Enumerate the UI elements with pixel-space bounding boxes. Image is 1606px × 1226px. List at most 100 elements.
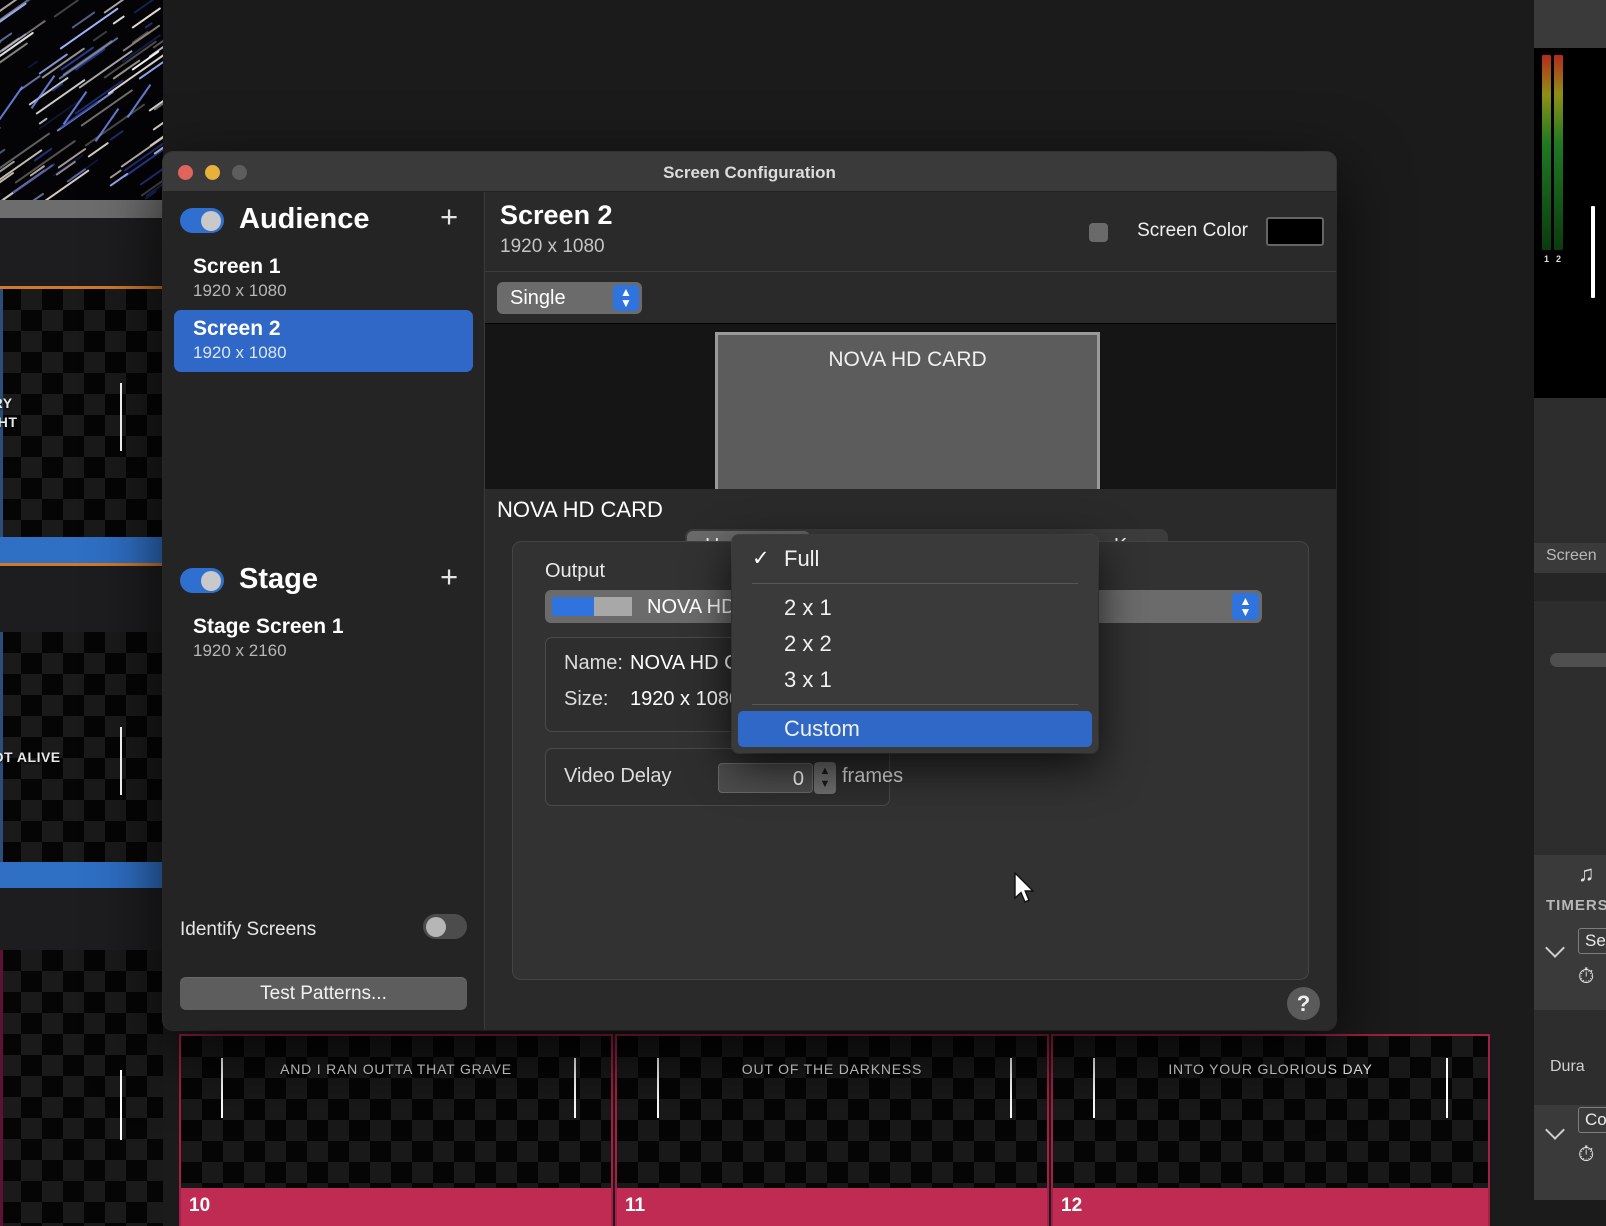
slide-number-footer: 10 (181, 1188, 611, 1226)
timers-section-2: Co ⏱ (1534, 1105, 1606, 1200)
screen-color-label: Screen Color (1137, 220, 1248, 242)
music-tab[interactable]: ♫ (1534, 855, 1606, 893)
screen-tab[interactable]: Screen (1534, 543, 1606, 573)
timer-name-1[interactable]: Se (1578, 928, 1606, 954)
identify-screens-row: Identify Screens (163, 910, 484, 954)
stage-group-header: Stage + (163, 552, 484, 608)
identify-screens-toggle[interactable] (423, 914, 467, 939)
chevron-updown-icon: ▲▼ (613, 285, 639, 311)
screen-name: Screen 2 (193, 317, 473, 341)
music-note-icon: ♫ (1578, 861, 1595, 887)
preview-lyric-1: RRYIGHT (0, 394, 17, 432)
screen-size: 1920 x 1080 (193, 281, 473, 301)
card-section-title: NOVA HD CARD (497, 497, 663, 523)
menu-separator (752, 704, 1078, 705)
output-swatch-gray (594, 597, 632, 616)
help-button[interactable]: ? (1287, 987, 1320, 1020)
output-swatch-blue (552, 597, 594, 616)
menu-item-full[interactable]: Full (732, 541, 1098, 577)
output-target-menu: Full 2 x 1 2 x 2 3 x 1 Custom (732, 535, 1098, 753)
right-panel-block (1534, 398, 1606, 543)
video-delay-stepper[interactable]: ▲ ▼ (814, 762, 836, 794)
window-titlebar[interactable]: Screen Configuration (163, 152, 1336, 192)
screen-name: Screen 1 (193, 255, 473, 279)
name-label: Name: (564, 652, 623, 675)
menu-item-custom[interactable]: Custom (738, 711, 1092, 747)
timer-duration-block: Dura (1534, 1010, 1606, 1105)
add-audience-screen-button[interactable]: + (436, 205, 462, 231)
output-label: Output (545, 560, 605, 583)
timer-name-2[interactable]: Co (1578, 1107, 1606, 1133)
layout-mode-dropdown[interactable]: Single ▲ ▼ (497, 282, 642, 314)
preview-gap (0, 218, 163, 286)
test-patterns-button[interactable]: Test Patterns... (180, 977, 467, 1010)
screens-sidebar: Audience + Screen 1 1920 x 1080 Screen 2… (163, 192, 485, 1030)
menu-separator (752, 583, 1078, 584)
audience-group-label: Audience (239, 203, 370, 236)
layout-mode-row: Single ▲ ▼ (485, 272, 1336, 324)
mouse-cursor (1013, 872, 1039, 908)
stage-toggle[interactable] (180, 568, 224, 593)
left-slide-selected-bar-1 (0, 537, 163, 563)
left-slide-preview-3[interactable] (0, 950, 163, 1226)
preview-artwork (0, 0, 163, 200)
stage-group-label: Stage (239, 563, 318, 596)
timers-label: TIMERS (1546, 897, 1606, 914)
sidebar-item-screen-2[interactable]: Screen 2 1920 x 1080 (174, 310, 473, 372)
chevron-down-icon[interactable] (1545, 938, 1565, 958)
audio-meter-1 (1542, 55, 1551, 250)
slide-text: AND I RAN OUTTA THAT GRAVE (181, 1061, 611, 1077)
left-slide-preview-1[interactable]: RRYIGHT (0, 289, 163, 537)
menu-item-3x1[interactable]: 3 x 1 (732, 662, 1098, 698)
screen-color-swatch[interactable] (1266, 217, 1324, 246)
size-value: 1920 x 1080 (630, 688, 740, 711)
page-title: Screen 2 (500, 200, 613, 231)
layout-mode-value: Single (510, 287, 566, 309)
output-card-preview-label: NOVA HD CARD (718, 348, 1097, 372)
screen-color-checkbox[interactable] (1089, 223, 1108, 242)
timers-section: TIMERS Se ⏱ (1534, 893, 1606, 1010)
screen-tab-label: Screen (1534, 543, 1606, 565)
video-delay-box: Video Delay 0 ▲ ▼ frames (545, 748, 890, 806)
right-panel-spacer (1534, 573, 1606, 601)
sidebar-item-stage-screen-1[interactable]: Stage Screen 1 1920 x 2160 (174, 608, 473, 670)
audience-toggle[interactable] (180, 208, 224, 233)
menu-item-2x1[interactable]: 2 x 1 (732, 590, 1098, 626)
playhead-indicator (1591, 206, 1595, 298)
placeholder-bar (1550, 653, 1606, 667)
slide-number-footer: 12 (1053, 1188, 1488, 1226)
left-slide-selected-bar-2 (0, 862, 163, 888)
background-right-panel: 1 2 Screen ♫ TIMERS Se ⏱ Dura Co ⏱ (1490, 0, 1606, 1226)
video-delay-label: Video Delay (564, 765, 671, 788)
right-panel-body (1534, 601, 1606, 855)
sidebar-item-screen-1[interactable]: Screen 1 1920 x 1080 (174, 248, 473, 310)
screen-name: Stage Screen 1 (193, 615, 473, 639)
chevron-updown-icon: ▲▼ (1232, 593, 1259, 620)
preview-gap-2 (0, 566, 163, 632)
video-delay-input[interactable]: 0 (718, 763, 813, 793)
page-subtitle: 1920 x 1080 (500, 236, 605, 258)
preview-divider-bar (0, 200, 163, 218)
slide-text: OUT OF THE DARKNESS (617, 1061, 1047, 1077)
slide-strip-item-10[interactable]: AND I RAN OUTTA THAT GRAVE 10 (179, 1034, 613, 1226)
audience-group-header: Audience + (163, 192, 484, 248)
meter-label-1: 1 (1544, 254, 1549, 264)
duration-label: Dura (1550, 1058, 1585, 1076)
preview-gap-3 (0, 888, 163, 950)
preview-lyric-2: NOT ALIVE (0, 749, 61, 765)
menu-item-2x2[interactable]: 2 x 2 (732, 626, 1098, 662)
slide-strip: AND I RAN OUTTA THAT GRAVE 10 OUT OF THE… (163, 1034, 1490, 1226)
slide-strip-item-12[interactable]: INTO YOUR GLORIOUS DAY 12 (1051, 1034, 1490, 1226)
right-panel-header (1534, 0, 1606, 48)
add-stage-screen-button[interactable]: + (436, 565, 462, 591)
slide-number-footer: 11 (617, 1188, 1047, 1226)
stopwatch-icon: ⏱ (1578, 965, 1594, 989)
window-title: Screen Configuration (163, 163, 1336, 183)
slide-strip-item-11[interactable]: OUT OF THE DARKNESS 11 (615, 1034, 1049, 1226)
left-slide-preview-2[interactable]: NOT ALIVE (0, 632, 163, 882)
left-preview-column: RRYIGHT NOT ALIVE (0, 0, 163, 1226)
screen-size: 1920 x 2160 (193, 641, 473, 661)
chevron-down-icon[interactable] (1545, 1120, 1565, 1140)
video-delay-unit: frames (842, 765, 903, 788)
screen-header: Screen 2 1920 x 1080 Screen Color (485, 192, 1336, 272)
